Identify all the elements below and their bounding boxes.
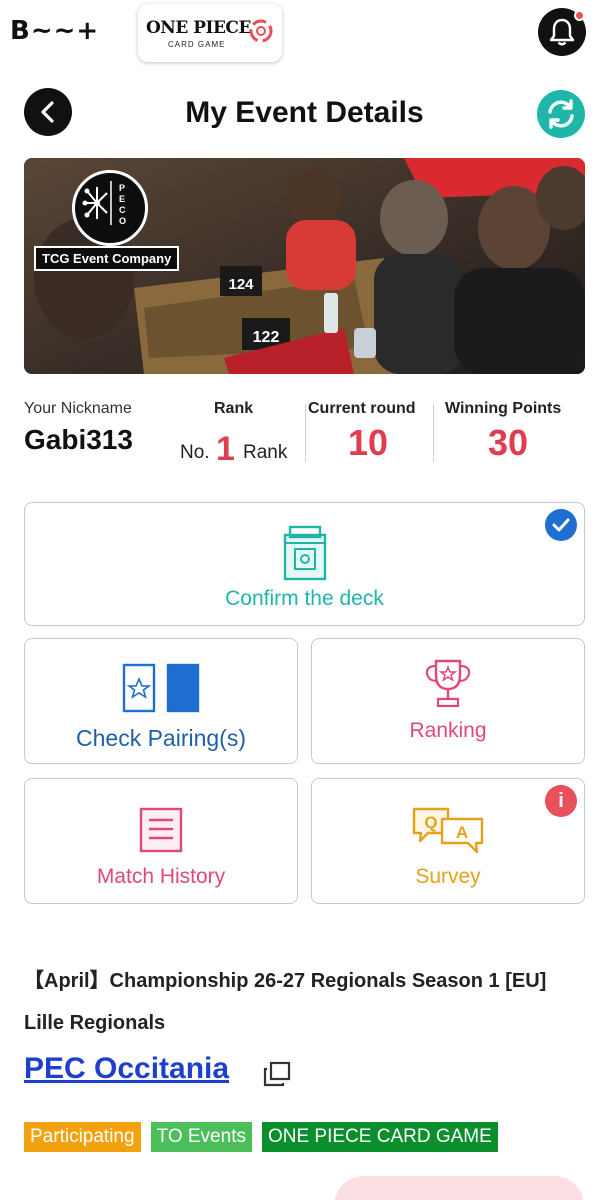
match-history-button[interactable]: Match History xyxy=(24,778,298,904)
svg-text:E: E xyxy=(119,194,125,204)
notification-dot xyxy=(574,10,585,21)
confirmed-check-icon xyxy=(545,509,577,541)
svg-text:A: A xyxy=(456,823,468,842)
rank-prefix: No. xyxy=(180,442,210,463)
trophy-icon xyxy=(425,659,471,708)
player-stats: Your Nickname Gabi313 Rank No. 1 Rank Cu… xyxy=(24,396,585,472)
match-history-label: Match History xyxy=(96,865,226,888)
one-piece-logo[interactable]: ONE PIECE CARD GAME xyxy=(138,4,282,62)
pairing-cards-icon xyxy=(122,663,200,713)
rank-value: 1 xyxy=(216,430,235,468)
floating-action-button[interactable] xyxy=(334,1176,584,1200)
table-number-124: 124 xyxy=(228,276,254,293)
rank-label: Rank xyxy=(214,400,254,417)
tag-game: ONE PIECE CARD GAME xyxy=(261,1122,498,1152)
confirm-deck-button[interactable]: Confirm the deck xyxy=(24,502,585,626)
survey-button[interactable]: Q A Survey i xyxy=(311,778,585,904)
check-pairings-button[interactable]: Check Pairing(s) xyxy=(24,638,298,764)
table-number-122: 122 xyxy=(253,329,280,346)
event-tags: Participating TO Events ONE PIECE CARD G… xyxy=(24,1122,498,1152)
current-round-value: 10 xyxy=(347,422,389,463)
ranking-label: Ranking xyxy=(409,719,487,742)
confirm-deck-label: Confirm the deck xyxy=(225,587,384,610)
survey-label: Survey xyxy=(415,865,481,888)
ranking-button[interactable]: Ranking xyxy=(311,638,585,764)
svg-text:O: O xyxy=(119,216,126,226)
current-round-label: Current round xyxy=(308,400,416,417)
tag-to-events: TO Events xyxy=(150,1122,252,1152)
brand-logo[interactable]: B~~+ xyxy=(10,16,99,46)
winning-points-label: Winning Points xyxy=(445,400,562,417)
document-list-icon xyxy=(139,807,183,853)
nickname-value: Gabi313 xyxy=(24,424,133,455)
top-bar: B~~+ ONE PIECE CARD GAME xyxy=(0,0,609,70)
deck-box-icon xyxy=(283,525,326,581)
svg-text:C: C xyxy=(119,205,126,215)
info-icon: i xyxy=(545,785,577,817)
organizer-label: TCG Event Company xyxy=(34,246,180,271)
peco-emblem-icon: P E C O xyxy=(82,181,126,226)
rank-suffix: Rank xyxy=(243,442,288,463)
svg-text:Q: Q xyxy=(424,813,437,832)
nickname-label: Your Nickname xyxy=(24,400,132,417)
check-pairings-label: Check Pairing(s) xyxy=(76,725,246,751)
qa-chat-icon: Q A xyxy=(412,807,484,854)
game-logo-emblem-icon xyxy=(249,19,273,43)
stats-divider xyxy=(433,404,434,462)
svg-text:P: P xyxy=(119,183,125,193)
game-logo-subtitle: CARD GAME xyxy=(168,40,226,49)
event-banner: 124 122 P E C O TCG Event Company xyxy=(24,158,585,374)
winning-points-value: 30 xyxy=(487,422,529,463)
venue-link[interactable]: PEC Occitania xyxy=(24,1052,229,1086)
game-logo-title: ONE PIECE xyxy=(146,18,251,38)
bell-icon xyxy=(549,18,575,46)
event-title: 【April】Championship 26-27 Regionals Seas… xyxy=(24,970,547,1034)
page-title: My Event Details xyxy=(185,96,424,129)
stats-divider xyxy=(305,404,306,462)
refresh-button[interactable] xyxy=(537,90,585,138)
organizer-logo: P E C O xyxy=(72,170,148,246)
tag-participating: Participating xyxy=(24,1122,141,1152)
refresh-icon xyxy=(548,99,574,129)
external-link-icon[interactable] xyxy=(263,1061,291,1087)
